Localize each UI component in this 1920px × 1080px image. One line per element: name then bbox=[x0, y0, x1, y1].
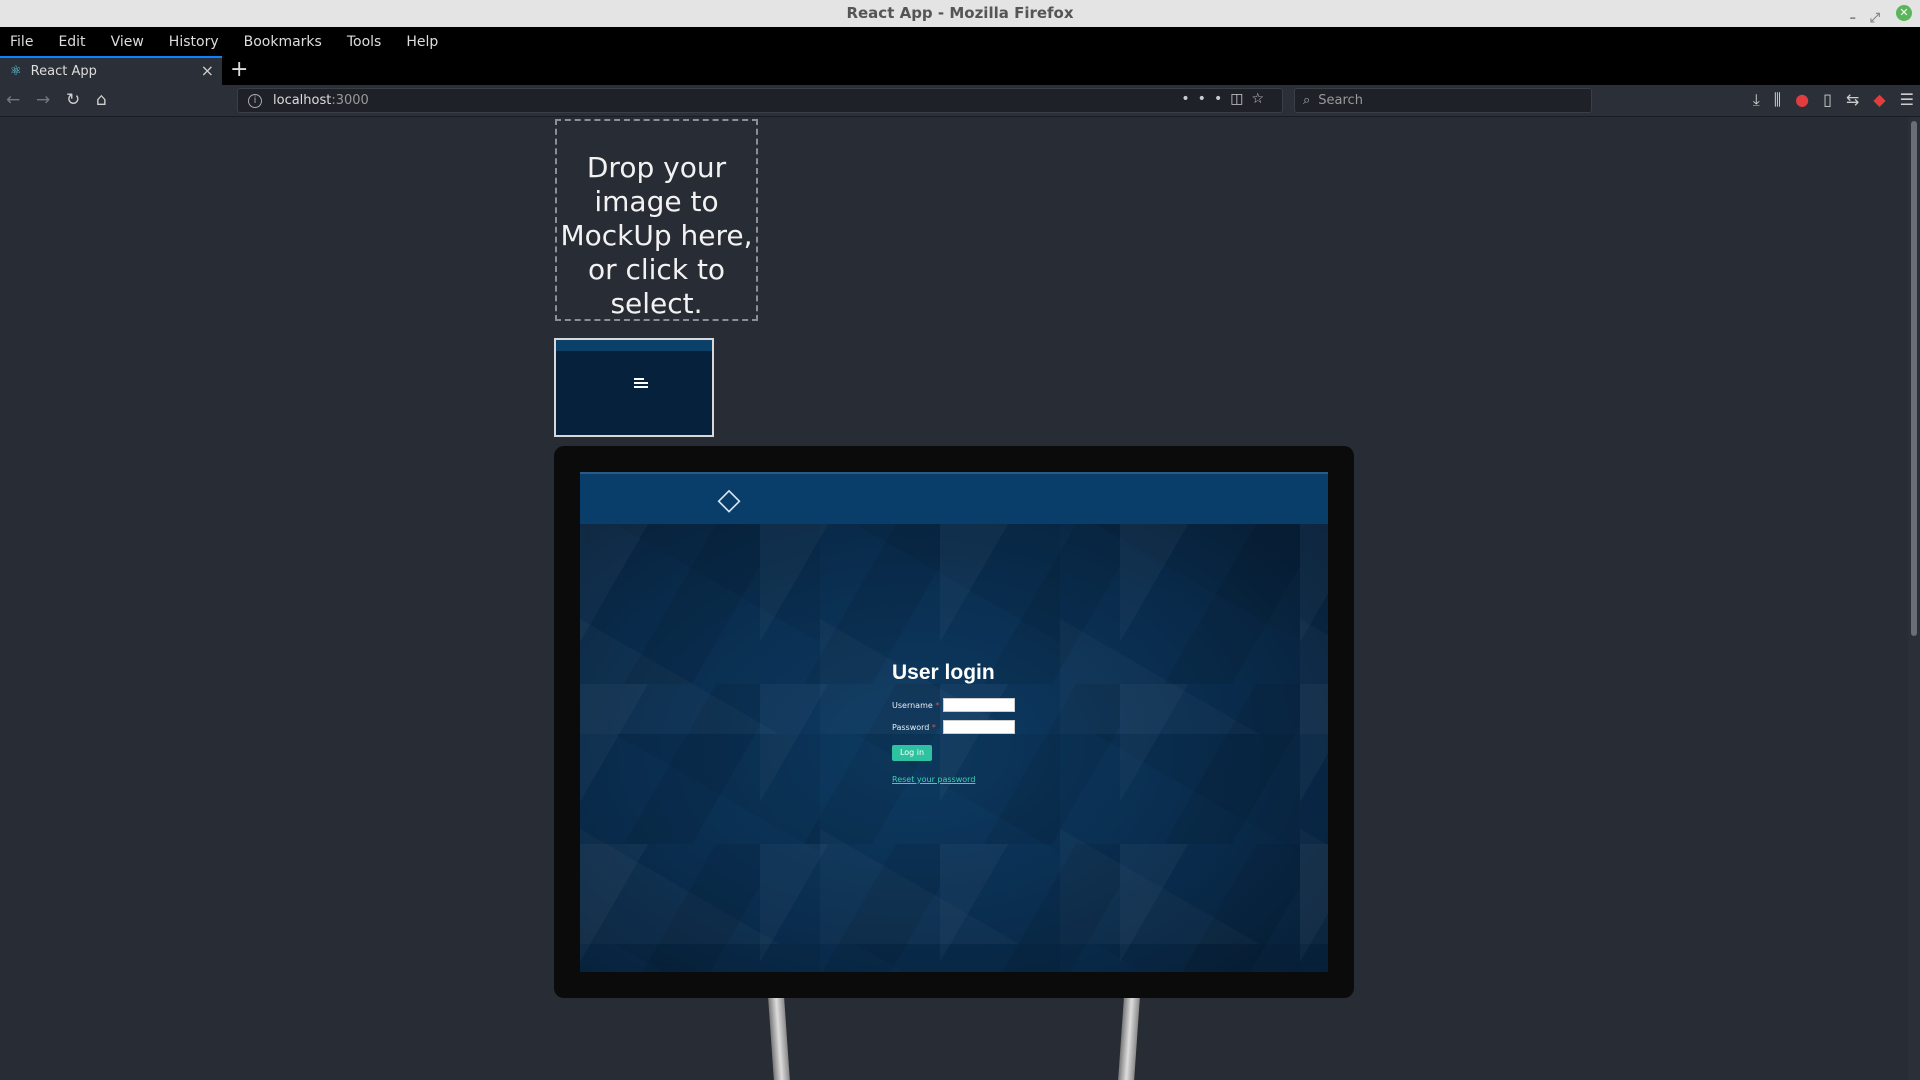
image-thumbnail[interactable] bbox=[554, 338, 714, 437]
library-icon[interactable]: ⫼ bbox=[1774, 90, 1781, 110]
url-port: :3000 bbox=[331, 93, 369, 108]
login-title: User login bbox=[892, 661, 995, 684]
search-icon: ⌕ bbox=[1303, 93, 1311, 108]
close-tab-icon[interactable]: × bbox=[201, 61, 214, 80]
menu-history[interactable]: History bbox=[169, 34, 219, 50]
menu-bar: File Edit View History Bookmarks Tools H… bbox=[0, 27, 1920, 56]
menu-bookmarks[interactable]: Bookmarks bbox=[244, 34, 322, 50]
url-host: localhost bbox=[273, 93, 332, 108]
monitor-mockup: ◇ User login Username * Password * Log i… bbox=[554, 446, 1354, 998]
menu-edit[interactable]: Edit bbox=[58, 34, 85, 50]
tab-title: React App bbox=[30, 64, 97, 79]
page-actions: •••◫☆ bbox=[1181, 91, 1272, 107]
mockup-screen: ◇ User login Username * Password * Log i… bbox=[580, 472, 1328, 972]
new-tab-icon[interactable]: + bbox=[230, 56, 248, 84]
search-input[interactable]: ⌕ Search bbox=[1294, 88, 1592, 113]
username-label: Username * bbox=[892, 700, 940, 710]
reload-icon[interactable]: ↻ bbox=[66, 90, 80, 110]
site-info-icon[interactable]: i bbox=[248, 93, 262, 108]
username-field[interactable] bbox=[943, 698, 1015, 712]
menu-help[interactable]: Help bbox=[406, 34, 438, 50]
page-scrollbar[interactable] bbox=[1908, 117, 1920, 1080]
username-row: Username * bbox=[892, 694, 1015, 716]
menu-view[interactable]: View bbox=[111, 34, 144, 50]
image-dropzone[interactable]: Drop your image to MockUp here, or click… bbox=[555, 119, 758, 321]
reset-password-link[interactable]: Reset your password bbox=[892, 775, 1015, 784]
password-row: Password * bbox=[892, 716, 1015, 738]
sidebar-icon[interactable]: ▯ bbox=[1823, 90, 1832, 110]
company-logo-icon: ◇ bbox=[717, 482, 741, 517]
sync-icon[interactable]: ⇆ bbox=[1846, 90, 1859, 110]
menu-file[interactable]: File bbox=[10, 34, 33, 50]
hamburger-menu-icon[interactable]: ☰ bbox=[1900, 90, 1914, 110]
ublock-icon[interactable]: ● bbox=[1795, 90, 1809, 110]
pocket-icon[interactable]: ◫ bbox=[1230, 91, 1251, 107]
required-mark: * bbox=[935, 700, 940, 710]
menu-tools[interactable]: Tools bbox=[347, 34, 382, 50]
navigation-bar: ← → ↻ ⌂ i localhost:3000 •••◫☆ ⌕ Search … bbox=[0, 85, 1920, 117]
forward-icon[interactable]: → bbox=[36, 90, 50, 110]
bookmark-star-icon[interactable]: ☆ bbox=[1251, 91, 1272, 107]
scrollbar-thumb[interactable] bbox=[1911, 121, 1917, 636]
url-bar[interactable]: i localhost:3000 •••◫☆ bbox=[237, 88, 1283, 113]
window-titlebar: React App - Mozilla Firefox – ⤢ ✕ bbox=[0, 0, 1920, 27]
react-favicon-icon: ⚛ bbox=[10, 64, 22, 79]
extension-icon[interactable]: ◆ bbox=[1873, 90, 1885, 110]
tab-bar: ⚛ React App × + bbox=[0, 56, 1920, 85]
password-field[interactable] bbox=[943, 720, 1015, 734]
toolbar-icons: ⤓ ⫼ ● ▯ ⇆ ◆ ☰ bbox=[1753, 90, 1914, 110]
login-button[interactable]: Log in bbox=[892, 745, 932, 761]
mockup-header: ◇ bbox=[580, 472, 1328, 524]
tab-react-app[interactable]: ⚛ React App × bbox=[0, 56, 222, 85]
required-mark: * bbox=[931, 722, 936, 732]
thumbnail-form bbox=[634, 378, 648, 390]
window-title: React App - Mozilla Firefox bbox=[846, 4, 1074, 22]
monitor-stand bbox=[768, 998, 1140, 1080]
password-label: Password * bbox=[892, 722, 936, 732]
downloads-icon[interactable]: ⤓ bbox=[1753, 90, 1760, 110]
search-placeholder: Search bbox=[1318, 93, 1363, 108]
login-form: User login Username * Password * Log in … bbox=[892, 661, 1015, 784]
close-window-icon[interactable]: ✕ bbox=[1896, 5, 1912, 21]
back-icon[interactable]: ← bbox=[6, 90, 20, 110]
home-icon[interactable]: ⌂ bbox=[96, 90, 107, 110]
page-actions-icon[interactable]: ••• bbox=[1181, 91, 1230, 107]
thumbnail-header bbox=[556, 340, 712, 351]
